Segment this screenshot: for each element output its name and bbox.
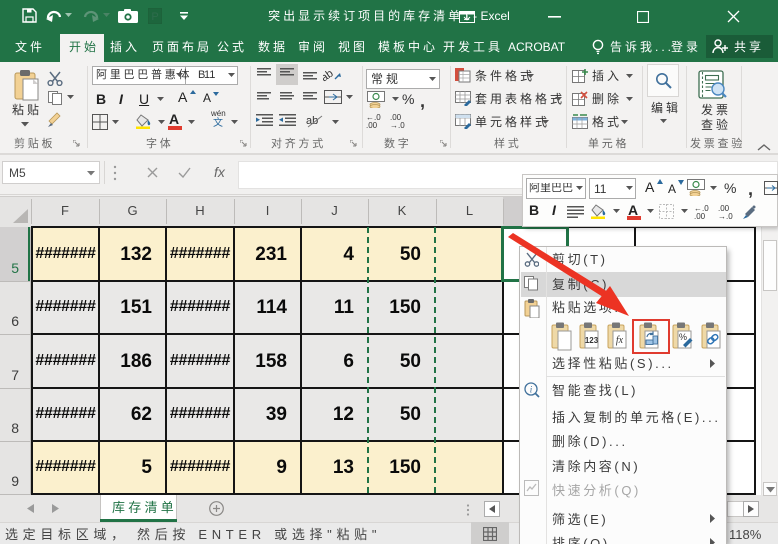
svg-text:%: % [679,332,687,342]
svg-text:→.0: →.0 [390,121,405,128]
svg-text:i: i [530,385,533,395]
svg-text:.00: .00 [694,212,706,220]
svg-text:fx: fx [616,335,624,346]
svg-text:123: 123 [585,336,599,345]
svg-text:ab: ab [323,67,336,83]
svg-text:→.0: →.0 [718,212,733,220]
svg-text:.00: .00 [366,121,378,128]
